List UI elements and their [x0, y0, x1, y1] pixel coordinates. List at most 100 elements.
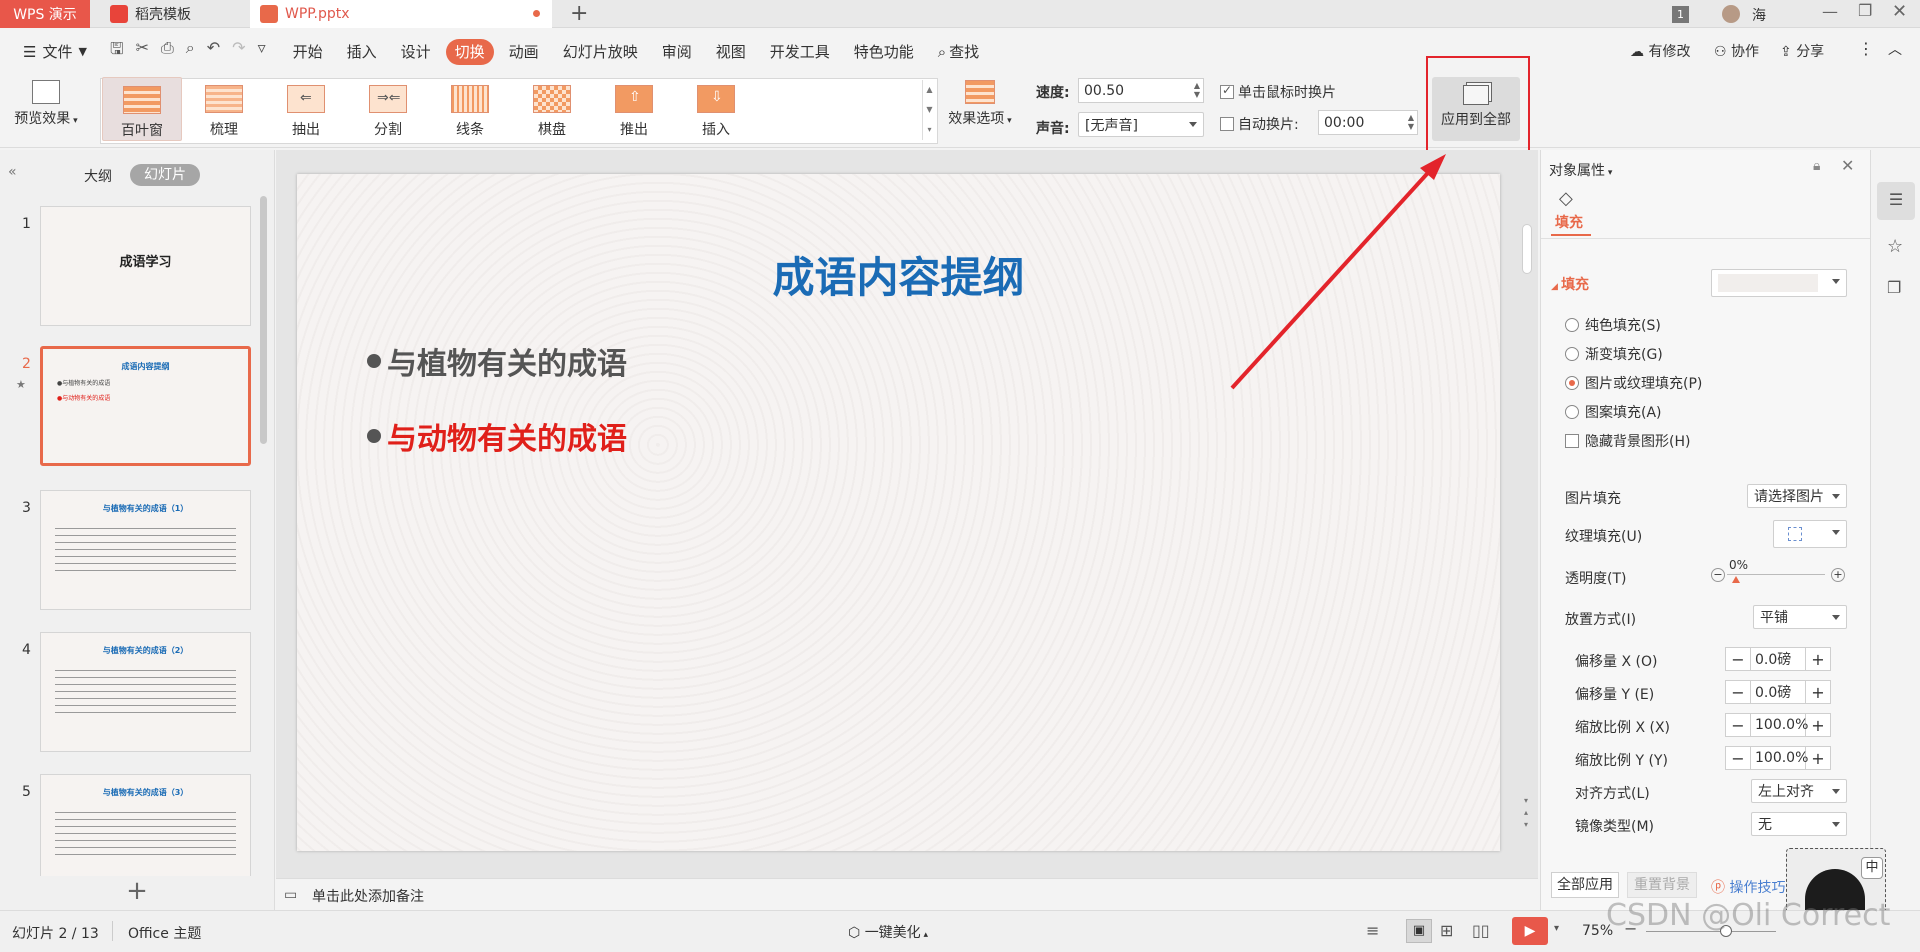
align-select[interactable]: 左上对齐 [1751, 779, 1847, 803]
tab-outline[interactable]: 大纲 [84, 166, 112, 186]
beautify-button[interactable]: ⬡ 一键美化 ▴ [848, 922, 928, 942]
format-painter-icon[interactable]: ✂ [136, 38, 149, 65]
restore-icon[interactable]: ❐ [1858, 1, 1872, 20]
normal-view-icon[interactable]: ▣ [1406, 919, 1432, 943]
effect-split[interactable]: ⇒⇐ 分割 [348, 77, 428, 141]
slide-bullet-1[interactable]: 与植物有关的成语 [367, 339, 627, 383]
transparency-decrease[interactable]: − [1711, 568, 1725, 582]
scale-x-stepper[interactable]: −100.0% + [1725, 713, 1831, 737]
gradient-fill-radio[interactable] [1565, 347, 1579, 361]
tab-transition[interactable]: 切换 [445, 38, 494, 65]
play-slideshow-button[interactable]: ▶ [1512, 917, 1548, 945]
collab-button[interactable]: ⚇ 协作 [1714, 41, 1759, 61]
on-click-checkbox[interactable]: ✓ [1220, 83, 1234, 99]
offset-y-stepper[interactable]: −0.0磅 + [1725, 680, 1831, 704]
placement-select[interactable]: 平铺 [1753, 605, 1847, 629]
hide-bg-option[interactable]: 隐藏背景图形(H) [1565, 431, 1690, 451]
tab-insert[interactable]: 插入 [338, 39, 386, 65]
tab-developer[interactable]: 开发工具 [761, 39, 839, 65]
slide-bullet-2[interactable]: 与动物有关的成语 [367, 414, 627, 458]
scale-x-value[interactable]: 100.0% [1750, 714, 1808, 736]
file-menu[interactable]: ☰ 文件 ▼ [14, 39, 96, 65]
picture-fill-option[interactable]: 图片或纹理填充(P) [1565, 373, 1702, 393]
new-tab-button[interactable]: + [570, 1, 588, 26]
properties-icon[interactable]: ☰ [1877, 182, 1915, 220]
redo-icon[interactable]: ↷ [232, 38, 245, 65]
effect-pull[interactable]: ⇐ 抽出 [266, 77, 346, 141]
solid-fill-radio[interactable] [1565, 318, 1579, 332]
print-preview-icon[interactable]: ⌕ [186, 38, 195, 65]
minus-icon[interactable]: − [1726, 648, 1750, 670]
apply-to-all-button[interactable]: 应用到全部 [1432, 77, 1520, 141]
reading-view-icon[interactable]: ▯▯ [1472, 921, 1490, 940]
effect-checkerboard[interactable]: 棋盘 [512, 77, 592, 141]
minus-icon[interactable]: − [1726, 714, 1750, 736]
apply-all-fill-button[interactable]: 全部应用 [1551, 872, 1619, 898]
tab-document[interactable]: WPP.pptx [250, 0, 552, 28]
plus-icon[interactable]: + [1806, 714, 1830, 736]
offset-y-value[interactable]: 0.0磅 [1750, 681, 1806, 703]
lock-icon[interactable]: 🔒︎ [1813, 158, 1820, 174]
mirror-select[interactable]: 无 [1751, 812, 1847, 836]
plus-icon[interactable]: + [1806, 747, 1830, 769]
texture-fill-select[interactable] [1773, 520, 1847, 548]
gallery-scroll[interactable]: ▲ ▼ ▾ [922, 80, 936, 140]
print-icon[interactable]: ⎙ [161, 38, 174, 65]
effect-insert[interactable]: ⇩ 插入 [676, 77, 756, 141]
plus-icon[interactable]: + [1806, 681, 1830, 703]
slide-thumbnail-2[interactable]: 成语内容提纲 ●与植物有关的成语 ●与动物有关的成语 [40, 346, 251, 466]
close-panel-icon[interactable]: ✕ [1841, 156, 1854, 175]
auto-advance-input[interactable]: 00:00 ▲ ▼ [1318, 110, 1418, 135]
solid-fill-option[interactable]: 纯色填充(S) [1565, 315, 1661, 335]
minus-icon[interactable]: − [1726, 681, 1750, 703]
transparency-increase[interactable]: + [1831, 568, 1845, 582]
stage-scrollbar[interactable] [1522, 224, 1532, 274]
slides-copy-icon[interactable]: ❐ [1887, 278, 1901, 297]
effect-lines[interactable]: 线条 [430, 77, 510, 141]
share-button[interactable]: ⇪ 分享 [1780, 41, 1824, 61]
speed-input[interactable]: 00.50 ▲ ▼ [1078, 78, 1204, 103]
tab-home[interactable]: 开始 [284, 39, 332, 65]
close-icon[interactable]: ✕ [1892, 1, 1907, 22]
auto-advance-checkbox[interactable] [1220, 117, 1234, 131]
pattern-fill-radio[interactable] [1565, 405, 1579, 419]
picture-fill-select[interactable]: 请选择图片 [1747, 484, 1847, 508]
fill-preview-select[interactable] [1711, 269, 1847, 297]
scale-y-value[interactable]: 100.0% [1750, 747, 1808, 769]
preview-effect-button[interactable]: 预览效果 ▾ [8, 80, 84, 128]
tips-link[interactable]: ⓟ 操作技巧 [1711, 877, 1785, 897]
star-icon[interactable]: ☆ [1887, 236, 1903, 257]
tab-design[interactable]: 设计 [392, 39, 440, 65]
fill-tab[interactable]: 填充 [1555, 212, 1583, 232]
collapse-ribbon-icon[interactable]: ︿ [1888, 39, 1902, 59]
spinner-icon[interactable]: ▲ ▼ [1408, 113, 1414, 131]
auto-advance-option[interactable]: 自动换片: [1220, 114, 1299, 134]
notes-bar[interactable]: ▭ 单击此处添加备注 [276, 878, 1538, 910]
slide-thumbnail-5[interactable]: 与植物有关的成语（3） [40, 774, 251, 878]
slide-thumbnail-3[interactable]: 与植物有关的成语（1） [40, 490, 251, 610]
tab-review[interactable]: 审阅 [653, 39, 701, 65]
avatar[interactable] [1722, 5, 1740, 23]
notes-toggle-icon[interactable]: ≡ [1366, 921, 1379, 940]
collapse-panel-icon[interactable]: « [8, 164, 17, 180]
minimize-icon[interactable]: — [1822, 2, 1838, 21]
transparency-slider-track[interactable] [1727, 574, 1825, 575]
search-button[interactable]: ⌕ 查找 [929, 39, 988, 65]
tab-wps-home[interactable]: WPS 演示 [0, 0, 90, 28]
gradient-fill-option[interactable]: 渐变填充(G) [1565, 344, 1663, 364]
user-badge[interactable]: 1 [1672, 6, 1689, 23]
offset-x-stepper[interactable]: −0.0磅 + [1725, 647, 1831, 671]
picture-fill-radio[interactable] [1565, 376, 1579, 390]
effect-push[interactable]: ⇧ 推出 [594, 77, 674, 141]
page-nav-icons[interactable]: ▾ ▴ ▾ [1524, 795, 1528, 831]
sound-select[interactable]: [无声音] [1078, 112, 1204, 137]
chevron-down-icon[interactable]: ▾ [1554, 923, 1559, 934]
save-icon[interactable]: 🖫 [110, 38, 124, 65]
pattern-fill-option[interactable]: 图案填充(A) [1565, 402, 1662, 422]
fill-section[interactable]: ◢ 填充 [1551, 274, 1589, 294]
panel-scrollbar[interactable] [260, 196, 267, 444]
sorter-view-icon[interactable]: ⊞ [1440, 921, 1453, 940]
add-slide-button[interactable]: + [0, 876, 275, 910]
effect-options-button[interactable]: 效果选项 ▾ [944, 80, 1016, 128]
slide-thumbnail-4[interactable]: 与植物有关的成语（2） [40, 632, 251, 752]
